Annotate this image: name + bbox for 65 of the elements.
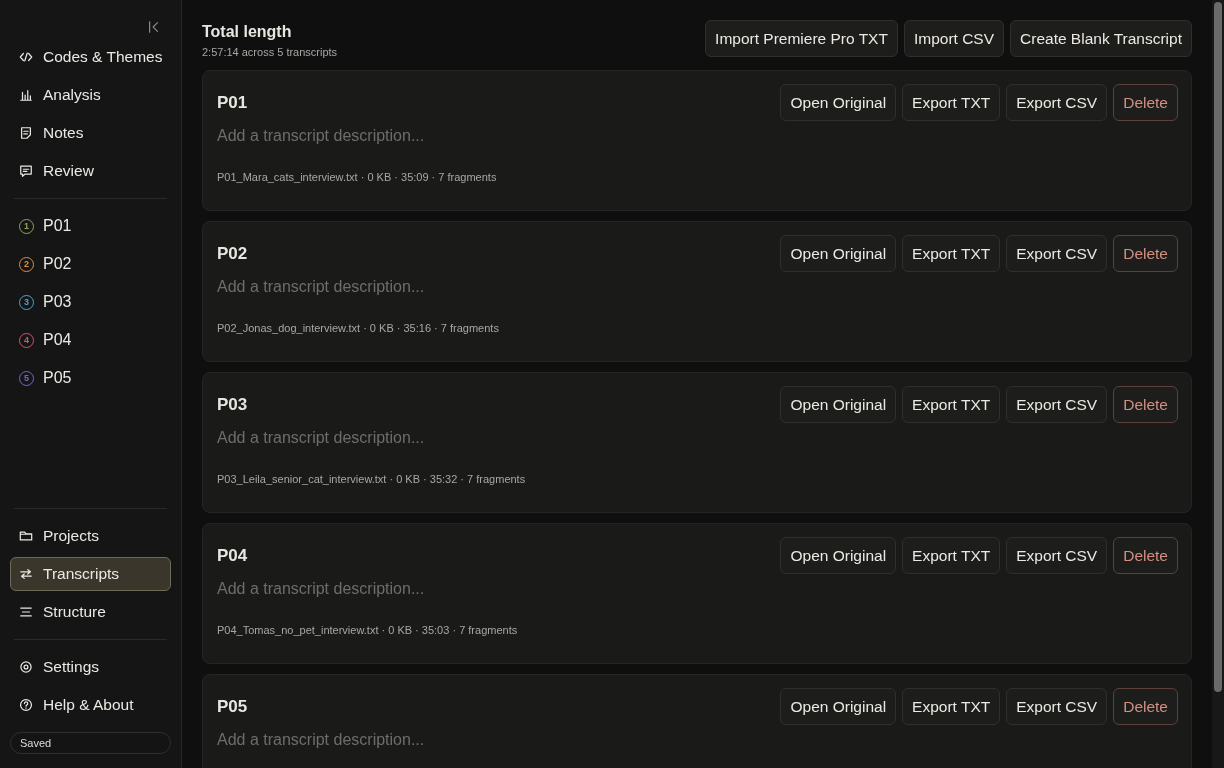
sidebar-item[interactable]: Projects [10, 519, 171, 553]
transcript-title: P05 [217, 696, 248, 717]
transcript-title: P02 [217, 243, 248, 264]
settings-icon [19, 660, 33, 674]
file-info: P02_Jonas_dog_interview.txt · 0 KB · 35:16 · 7 fragments [217, 322, 500, 334]
description-field[interactable]: Add a transcript description... [217, 125, 517, 147]
sidebar-item[interactable]: Analysis [10, 78, 171, 112]
participant-item[interactable]: 4 P04 [10, 323, 171, 357]
bar-chart-icon [19, 88, 33, 102]
action-button[interactable]: Export TXT [902, 84, 1001, 121]
file-info: P04_Tomas_no_pet_interview.txt · 0 KB · 35:03 · 7 fragments [217, 624, 519, 636]
delete-button[interactable]: Delete [1113, 537, 1178, 574]
transcript-title: P04 [217, 545, 248, 566]
action-button[interactable]: Export CSV [1006, 688, 1108, 725]
sidebar-item[interactable]: Help & About [10, 688, 171, 722]
delete-button[interactable]: Delete [1113, 386, 1178, 423]
action-button[interactable]: Export CSV [1006, 537, 1108, 574]
folder-icon [19, 529, 33, 543]
collapse-sidebar-icon[interactable] [147, 20, 161, 34]
description-field[interactable]: Add a transcript description... [217, 578, 517, 600]
help-icon [19, 698, 33, 712]
participant-item[interactable]: 5 P05 [10, 361, 171, 395]
total-length-title: Total length [202, 23, 293, 41]
code-icon [19, 50, 33, 64]
delete-button[interactable]: Delete [1113, 235, 1178, 272]
action-button[interactable]: Open Original [780, 537, 897, 574]
action-button[interactable]: Open Original [780, 84, 897, 121]
sidebar-item[interactable]: Transcripts [10, 557, 171, 591]
action-button[interactable]: Export CSV [1006, 84, 1108, 121]
action-button[interactable]: Open Original [780, 386, 897, 423]
action-button[interactable]: Export TXT [902, 386, 1001, 423]
action-button[interactable]: Export CSV [1006, 235, 1108, 272]
transcript-title: P03 [217, 394, 248, 415]
action-button[interactable]: Open Original [780, 235, 897, 272]
import-button[interactable]: Create Blank Transcript [1010, 20, 1192, 57]
swap-icon [19, 567, 33, 581]
import-button[interactable]: Import CSV [903, 20, 1005, 57]
sidebar-item[interactable]: Review [10, 154, 171, 188]
transcript-title: P01 [217, 92, 248, 113]
sidebar-item[interactable]: Structure [10, 595, 171, 629]
participant-item[interactable]: 3 P03 [10, 285, 171, 319]
sidebar-item[interactable]: Settings [10, 650, 171, 684]
action-button[interactable]: Export TXT [902, 688, 1001, 725]
delete-button[interactable]: Delete [1113, 688, 1178, 725]
file-info: P01_Mara_cats_interview.txt · 0 KB · 35:09 · 7 fragments [217, 171, 498, 183]
note-icon [19, 126, 33, 140]
comment-icon [19, 164, 33, 178]
description-field[interactable]: Add a transcript description... [217, 427, 517, 449]
import-button[interactable]: Import Premiere Pro TXT [705, 20, 898, 57]
file-info: P03_Leila_senior_cat_interview.txt · 0 KB · 35:32 · 7 fragments [217, 473, 527, 485]
description-field[interactable]: Add a transcript description... [217, 276, 517, 298]
delete-button[interactable]: Delete [1113, 84, 1178, 121]
action-button[interactable]: Export CSV [1006, 386, 1108, 423]
sidebar-item[interactable]: Notes [10, 116, 171, 150]
participant-item[interactable]: 2 P02 [10, 247, 171, 281]
action-button[interactable]: Export TXT [902, 235, 1001, 272]
action-button[interactable]: Export TXT [902, 537, 1001, 574]
save-status: Saved [10, 732, 171, 754]
total-length-summary: 2:57:14 across 5 transcripts [202, 46, 338, 58]
align-center-icon [19, 605, 33, 619]
participant-item[interactable]: 1 P01 [10, 209, 171, 243]
description-field[interactable]: Add a transcript description... [217, 729, 517, 751]
sidebar-item[interactable]: Codes & Themes [10, 40, 171, 74]
scrollbar[interactable] [1212, 0, 1224, 768]
action-button[interactable]: Open Original [780, 688, 897, 725]
